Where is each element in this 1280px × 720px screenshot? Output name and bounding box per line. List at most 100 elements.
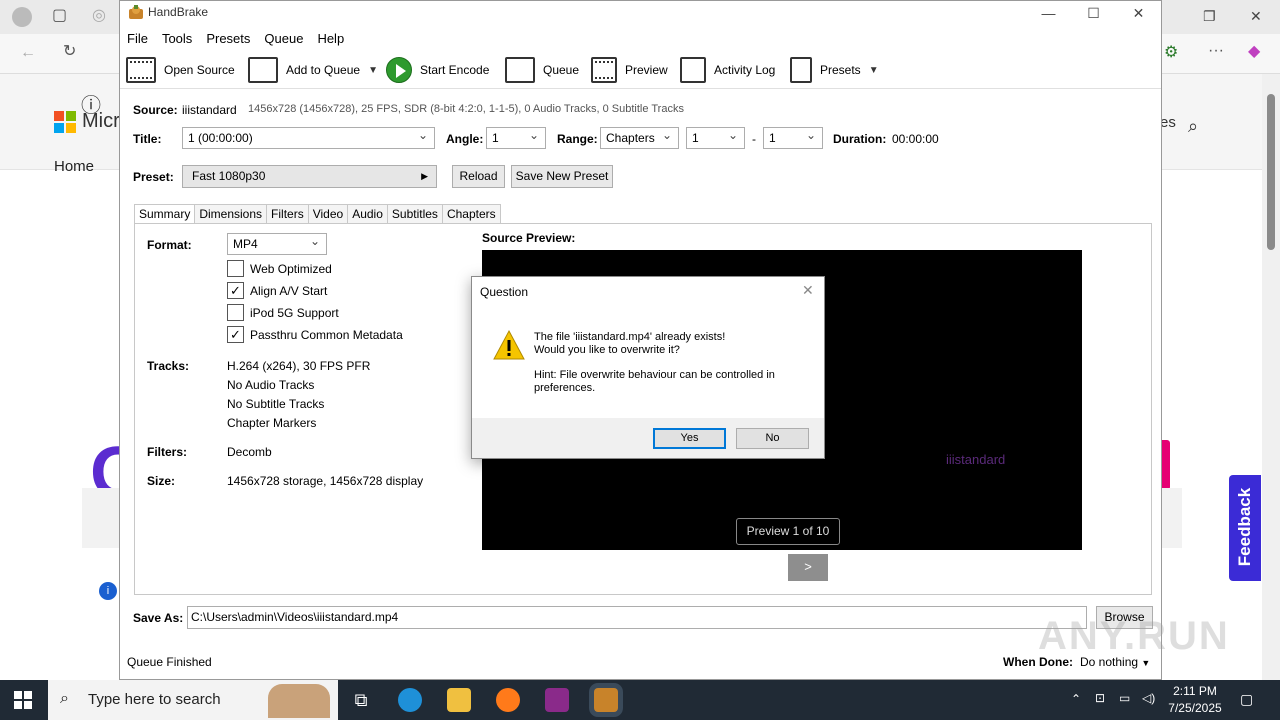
track-line: No Audio Tracks [227, 378, 315, 392]
track-line: Chapter Markers [227, 416, 317, 430]
angle-dropdown[interactable]: 1 [486, 125, 546, 149]
reload-button[interactable]: Reload [452, 165, 505, 188]
close-button[interactable]: ✕ [1116, 3, 1161, 23]
ipod-5g-support-checkbox[interactable]: iPod 5G Support [227, 304, 339, 321]
more-icon[interactable]: ··· [1208, 43, 1224, 59]
save-new-preset-button[interactable]: Save New Preset [511, 165, 613, 188]
copilot-icon[interactable]: ◆ [1248, 44, 1260, 60]
align-av-start-checkbox[interactable]: ✓ Align A/V Start [227, 282, 327, 299]
browser-restore-icon[interactable]: ❐ [1203, 8, 1216, 25]
yes-button[interactable]: Yes [653, 428, 726, 449]
back-icon[interactable]: ← [20, 45, 36, 61]
passthru-metadata-checkbox[interactable]: ✓ Passthru Common Metadata [227, 326, 403, 343]
tab-filters[interactable]: Filters [266, 204, 309, 223]
minimize-button[interactable]: — [1026, 3, 1071, 23]
page-scrollbar[interactable] [1262, 74, 1280, 680]
checkbox-box[interactable] [227, 304, 244, 321]
tab-summary[interactable]: Summary [134, 204, 196, 224]
queue-button[interactable]: Queue [505, 55, 579, 85]
wifi-icon[interactable]: ▭ [1119, 691, 1130, 705]
system-clock[interactable]: 2:11 PM 7/25/2025 [1162, 683, 1228, 717]
tab-video[interactable]: Video [307, 204, 349, 223]
preset-value: Fast 1080p30 [192, 169, 266, 183]
preview-label: Preview [625, 63, 668, 77]
checkbox-box[interactable]: ✓ [227, 282, 244, 299]
preset-selector[interactable]: Fast 1080p30 ▶ [182, 165, 437, 188]
presets-button[interactable]: Presets ▼ [790, 55, 879, 85]
range-end-dropdown[interactable]: 1 [763, 125, 823, 149]
refresh-icon[interactable]: ↻ [63, 44, 76, 60]
dialog-hint: Hint: File overwrite behaviour can be co… [534, 369, 775, 394]
edge-icon[interactable] [398, 688, 422, 712]
menu-bar: File Tools Presets Queue Help [120, 29, 351, 49]
handbrake-taskbar-icon[interactable] [594, 688, 618, 712]
add-to-queue-button[interactable]: Add to Queue ▼ [248, 55, 378, 85]
tab-audio[interactable]: Audio [347, 204, 388, 223]
tab-strip: Summary Dimensions Filters Video Audio S… [134, 204, 501, 224]
preview-icon [591, 57, 617, 83]
dialog-footer: Yes No [472, 418, 824, 458]
winrar-icon[interactable] [545, 688, 569, 712]
source-details: 1456x728 (1456x728), 25 FPS, SDR (8-bit … [248, 103, 684, 115]
extension-icon[interactable]: ⚙ [1164, 45, 1178, 61]
tab-chapters[interactable]: Chapters [441, 204, 501, 223]
network-icon[interactable]: ⊡ [1095, 691, 1105, 705]
dialog-close-icon[interactable]: ✕ [802, 282, 814, 299]
activity-log-button[interactable]: Activity Log [680, 55, 775, 85]
menu-presets[interactable]: Presets [199, 29, 257, 49]
open-source-button[interactable]: Open Source [126, 55, 235, 85]
taskbar-search-placeholder: Type here to search [88, 691, 221, 708]
checkbox-label: Align A/V Start [250, 283, 328, 298]
file-explorer-icon[interactable] [447, 688, 471, 712]
notifications-icon[interactable]: ▢ [1240, 691, 1253, 708]
anyrun-watermark: ANY.RUN [1038, 614, 1230, 658]
tab-actions-icon[interactable]: ▢ [52, 8, 67, 24]
tab-dimensions[interactable]: Dimensions [194, 204, 268, 223]
breadcrumb-home[interactable]: Home [54, 158, 94, 175]
site-search-icon[interactable]: ⌕ [1188, 116, 1198, 137]
checkbox-box[interactable] [227, 260, 244, 277]
save-as-path-input[interactable]: C:\Users\admin\Videos\iiistandard.mp4 [187, 606, 1087, 629]
taskbar-search-box[interactable]: ⌕ Type here to search [48, 680, 338, 720]
open-source-label: Open Source [164, 63, 235, 77]
window-title: HandBrake [148, 5, 209, 19]
range-separator: - [752, 132, 756, 146]
menu-file[interactable]: File [120, 29, 155, 49]
web-optimized-checkbox[interactable]: Web Optimized [227, 260, 332, 277]
title-dropdown[interactable]: 1 (00:00:00) [182, 125, 435, 149]
status-bar: Queue Finished When Done: Do nothing ▼ [120, 649, 1161, 679]
preview-button[interactable]: Preview [591, 55, 668, 85]
profile-icon[interactable] [12, 7, 32, 27]
filters-value: Decomb [227, 445, 272, 459]
browser-close-icon[interactable]: ✕ [1250, 8, 1262, 25]
next-preview-button[interactable]: > [788, 554, 828, 581]
queue-icon [505, 57, 535, 83]
feedback-button[interactable]: Feedback [1229, 475, 1261, 581]
menu-tools[interactable]: Tools [155, 29, 199, 49]
menu-queue[interactable]: Queue [257, 29, 310, 49]
presets-icon [790, 57, 812, 83]
scrollbar-thumb[interactable] [1267, 94, 1275, 250]
tab-subtitles[interactable]: Subtitles [386, 204, 443, 223]
task-view-icon[interactable]: ⧉ [349, 688, 373, 712]
play-icon [386, 57, 412, 83]
chevron-down-icon[interactable]: ▼ [869, 65, 879, 76]
handbrake-logo-icon [129, 5, 143, 19]
range-type-dropdown[interactable]: Chapters [600, 125, 679, 149]
volume-icon[interactable]: ◁) [1142, 691, 1155, 705]
chevron-right-icon: ▶ [421, 171, 428, 181]
format-dropdown[interactable]: MP4 [227, 231, 327, 255]
range-start-dropdown[interactable]: 1 [686, 125, 745, 149]
maximize-button[interactable]: ☐ [1071, 3, 1116, 23]
no-button[interactable]: No [736, 428, 809, 449]
start-encode-button[interactable]: Start Encode [386, 55, 489, 85]
queue-label: Queue [543, 63, 580, 77]
menu-help[interactable]: Help [310, 29, 351, 49]
question-dialog: Question ✕ The file 'iiistandard.mp4' al… [471, 276, 825, 459]
firefox-icon[interactable] [496, 688, 520, 712]
tray-expand-icon[interactable]: ⌃ [1071, 692, 1081, 706]
windows-start-icon[interactable] [14, 691, 32, 709]
checkbox-box[interactable]: ✓ [227, 326, 244, 343]
save-as-label: Save As: [133, 611, 184, 625]
chevron-down-icon[interactable]: ▼ [368, 65, 378, 76]
